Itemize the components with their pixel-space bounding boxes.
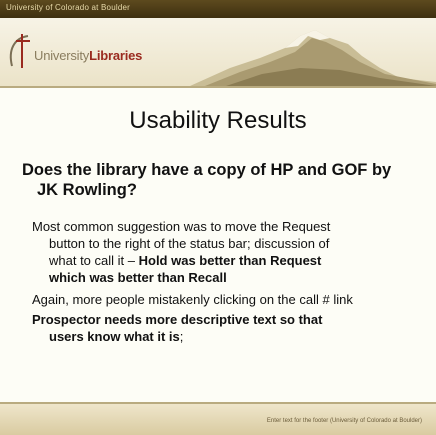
library-logo-icon — [9, 34, 30, 68]
point3-tail: ; — [179, 329, 184, 344]
slide-title: Usability Results — [129, 107, 307, 134]
library-logo-text: UniversityLibraries — [34, 48, 142, 63]
question-line-1: Does the library have a copy of HP and G… — [22, 161, 392, 179]
sub-bullet-prospector: Prospector needs more descriptive text s… — [32, 311, 427, 345]
institution-name: University of Colorado at Boulder — [6, 3, 130, 12]
footer-text: Enter text for the footer (University of… — [266, 418, 422, 424]
point1-line-3-bold: Hold was better than Request — [138, 253, 322, 268]
question-line-2: JK Rowling? — [37, 181, 137, 199]
point1-line-4: which was better than Recall — [49, 270, 227, 285]
point3-line-2-wrap: users know what it is; — [32, 328, 427, 345]
logo-suffix: Libraries — [89, 48, 143, 63]
point1-line-3: what to call it – — [49, 253, 139, 268]
slide-footer: Enter text for the footer (University of… — [0, 402, 436, 435]
logo-prefix: University — [34, 48, 90, 63]
question-bullet: Does the library have a copy of HP and G… — [22, 160, 427, 200]
sub-bullet-call-number: Again, more people mistakenly clicking o… — [32, 292, 353, 307]
point1-line-2: button to the right of the status bar; d… — [49, 236, 330, 251]
point1-line-3-wrap: what to call it – Hold was better than R… — [32, 252, 412, 269]
point3-line-1: Prospector needs more descriptive text s… — [32, 312, 323, 327]
library-banner: UniversityLibraries — [0, 18, 436, 88]
sub-bullet-request-button: Most common suggestion was to move the R… — [32, 218, 412, 286]
presentation-slide: University of Colorado at Boulder Univer… — [0, 0, 436, 435]
point3-line-2: users know what it is — [49, 329, 180, 344]
top-bar: University of Colorado at Boulder — [0, 0, 436, 18]
point1-line-1: Most common suggestion was to move the R… — [32, 219, 331, 234]
